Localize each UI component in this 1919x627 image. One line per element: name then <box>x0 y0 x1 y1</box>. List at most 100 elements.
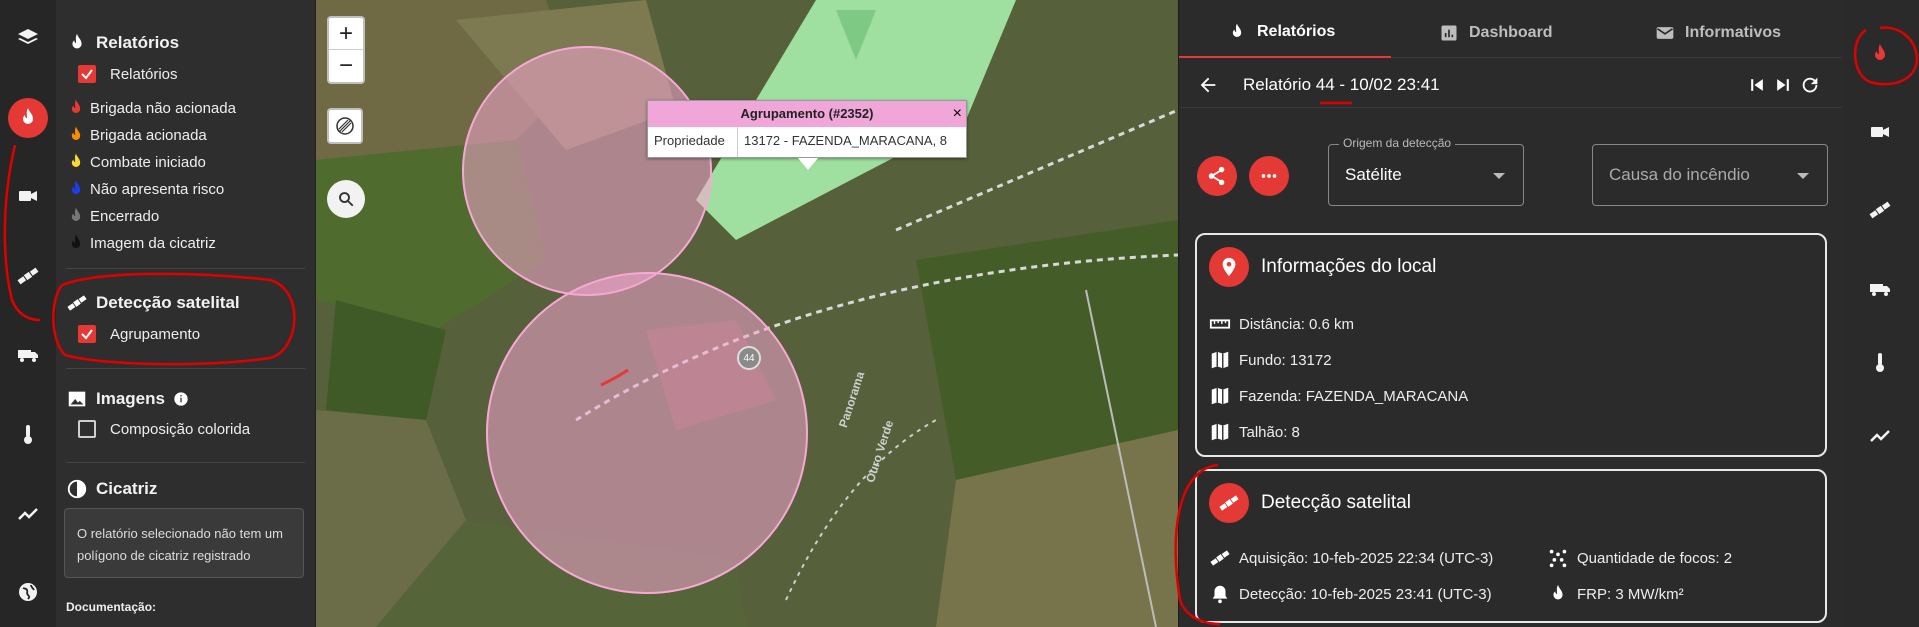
share-button[interactable] <box>1197 156 1237 196</box>
map-view[interactable]: + − Agrupamento (#2352) × Propriedade 13… <box>316 0 1178 627</box>
documentation-label: Documentação: <box>66 600 157 614</box>
legend-item: Encerrado <box>66 206 159 226</box>
satellite-section-title: Detecção satelital <box>66 292 240 314</box>
fire-icon <box>71 180 81 194</box>
color-composition-checkbox[interactable] <box>78 420 96 438</box>
report-panel: Relatórios Dashboard Informativos Relató… <box>1178 0 1843 627</box>
contrast-icon <box>67 479 87 499</box>
popup-header: Agrupamento (#2352) × <box>648 101 966 127</box>
skip-next-icon[interactable] <box>1773 75 1793 95</box>
more-horizontal-icon <box>1261 174 1277 178</box>
bell-icon <box>1212 585 1228 604</box>
layers-panel: Relatórios Relatórios Brigada não aciona… <box>56 0 316 627</box>
globe-icon[interactable] <box>8 572 48 612</box>
report-header: Relatório 44 - 10/02 23:41 <box>1179 62 1843 108</box>
satellite-icon <box>1210 550 1230 566</box>
reports-checkbox[interactable] <box>78 65 96 83</box>
draw-polygon-icon <box>336 117 354 135</box>
thermometer-icon[interactable] <box>8 414 48 454</box>
acquisition-info: Aquisição: 10-feb-2025 22:34 (UTC-3) <box>1209 547 1493 569</box>
tab-informativos[interactable]: Informativos <box>1603 8 1843 58</box>
divider <box>66 268 305 269</box>
scar-note: O relatório selecionado não tem um políg… <box>64 508 304 578</box>
image-icon <box>68 391 86 407</box>
report-title: Relatório 44 - 10/02 23:41 <box>1243 75 1440 94</box>
popup-pointer <box>798 158 818 170</box>
zoom-out-button[interactable]: − <box>329 50 363 82</box>
location-pin-icon <box>1209 247 1249 287</box>
mail-icon <box>1656 27 1674 39</box>
fire-icon[interactable] <box>8 98 48 138</box>
popup-value: 13172 - FAZENDA_MARACANA, 8 <box>744 133 948 148</box>
map-icon <box>1211 423 1229 441</box>
search-icon <box>339 192 354 207</box>
detection-origin-select[interactable]: Origem da detecção Satélite <box>1328 136 1524 206</box>
tab-dashboard[interactable]: Dashboard <box>1391 8 1603 58</box>
satellite-icon <box>1209 483 1249 523</box>
scar-section-title: Cicatriz <box>66 478 157 500</box>
panel-tabs: Relatórios Dashboard Informativos <box>1179 8 1843 58</box>
satellite-icon <box>67 295 87 311</box>
frp-info: FRP: 3 MW/km² <box>1547 583 1684 605</box>
legend-item: Brigada não acionada <box>66 98 236 118</box>
divider <box>66 368 305 369</box>
cluster-checkbox-row[interactable]: Agrupamento <box>78 325 200 343</box>
cluster-popup: Agrupamento (#2352) × Propriedade 13172 … <box>647 100 967 158</box>
popup-row: Propriedade 13172 - FAZENDA_MARACANA, 8 <box>648 127 966 157</box>
fire-icon <box>1232 23 1242 37</box>
scatter-dots-icon <box>1549 549 1567 568</box>
legend-item: Brigada acionada <box>66 125 207 145</box>
zoom-in-button[interactable]: + <box>329 18 363 50</box>
reports-checkbox-row[interactable]: Relatórios <box>78 65 178 83</box>
color-composition-checkbox-row[interactable]: Composição colorida <box>78 420 250 438</box>
satellite-imagery <box>316 0 1178 627</box>
zoom-control: + − <box>327 16 365 84</box>
ruler-icon <box>1209 319 1231 329</box>
refresh-icon[interactable] <box>1799 74 1821 96</box>
distance-info: Distância: 0.6 km <box>1209 313 1354 335</box>
satellite-card-title: Detecção satelital <box>1209 483 1411 523</box>
draw-polygon-button[interactable] <box>327 108 363 144</box>
camera-icon[interactable] <box>8 176 48 216</box>
tab-reports[interactable]: Relatórios <box>1179 8 1391 58</box>
check-icon <box>81 329 93 340</box>
legend-item: Não apresenta risco <box>66 179 224 199</box>
chart-icon <box>1441 25 1457 41</box>
skip-first-icon[interactable] <box>1747 75 1767 95</box>
cluster-checkbox[interactable] <box>78 325 96 343</box>
right-icon-rail <box>1842 0 1919 627</box>
report-marker[interactable]: 44 <box>737 346 761 370</box>
location-card-title: Informações do local <box>1209 247 1436 287</box>
trend-icon[interactable] <box>8 494 48 534</box>
fire-icon <box>71 207 81 221</box>
talhao-info: Talhão: 8 <box>1209 421 1300 443</box>
satellite-detection-card: Detecção satelital Aquisição: 10-feb-202… <box>1195 469 1827 623</box>
satellite-icon[interactable] <box>8 256 48 296</box>
legend-item: Imagem da cicatriz <box>66 233 216 253</box>
thermometer-icon[interactable] <box>1862 344 1898 380</box>
layers-icon[interactable] <box>8 18 48 58</box>
camera-icon[interactable] <box>1862 114 1898 150</box>
fundo-info: Fundo: 13172 <box>1209 349 1332 371</box>
check-icon <box>81 69 93 80</box>
satellite-icon[interactable] <box>1862 192 1898 228</box>
info-icon[interactable] <box>173 391 189 407</box>
map-search-button[interactable] <box>327 180 365 218</box>
divider <box>66 462 305 463</box>
popup-close-button[interactable]: × <box>953 101 962 127</box>
arrow-back-icon[interactable] <box>1197 74 1219 96</box>
fire-truck-icon[interactable] <box>8 334 48 374</box>
trend-icon[interactable] <box>1862 418 1898 454</box>
fire-truck-icon[interactable] <box>1862 270 1898 306</box>
fire-icon <box>71 234 81 248</box>
location-info-card: Informações do local Distância: 0.6 km F… <box>1195 233 1827 457</box>
map-icon <box>1211 351 1229 369</box>
more-options-button[interactable] <box>1249 156 1289 196</box>
chevron-down-icon <box>1797 173 1809 179</box>
fire-icon[interactable] <box>1862 36 1898 72</box>
reports-section-title: Relatórios <box>66 32 179 54</box>
fire-icon <box>71 99 81 113</box>
popup-key: Propriedade <box>648 127 738 157</box>
fire-icon <box>71 126 81 140</box>
fire-cause-select[interactable]: Causa do incêndio <box>1592 144 1828 206</box>
